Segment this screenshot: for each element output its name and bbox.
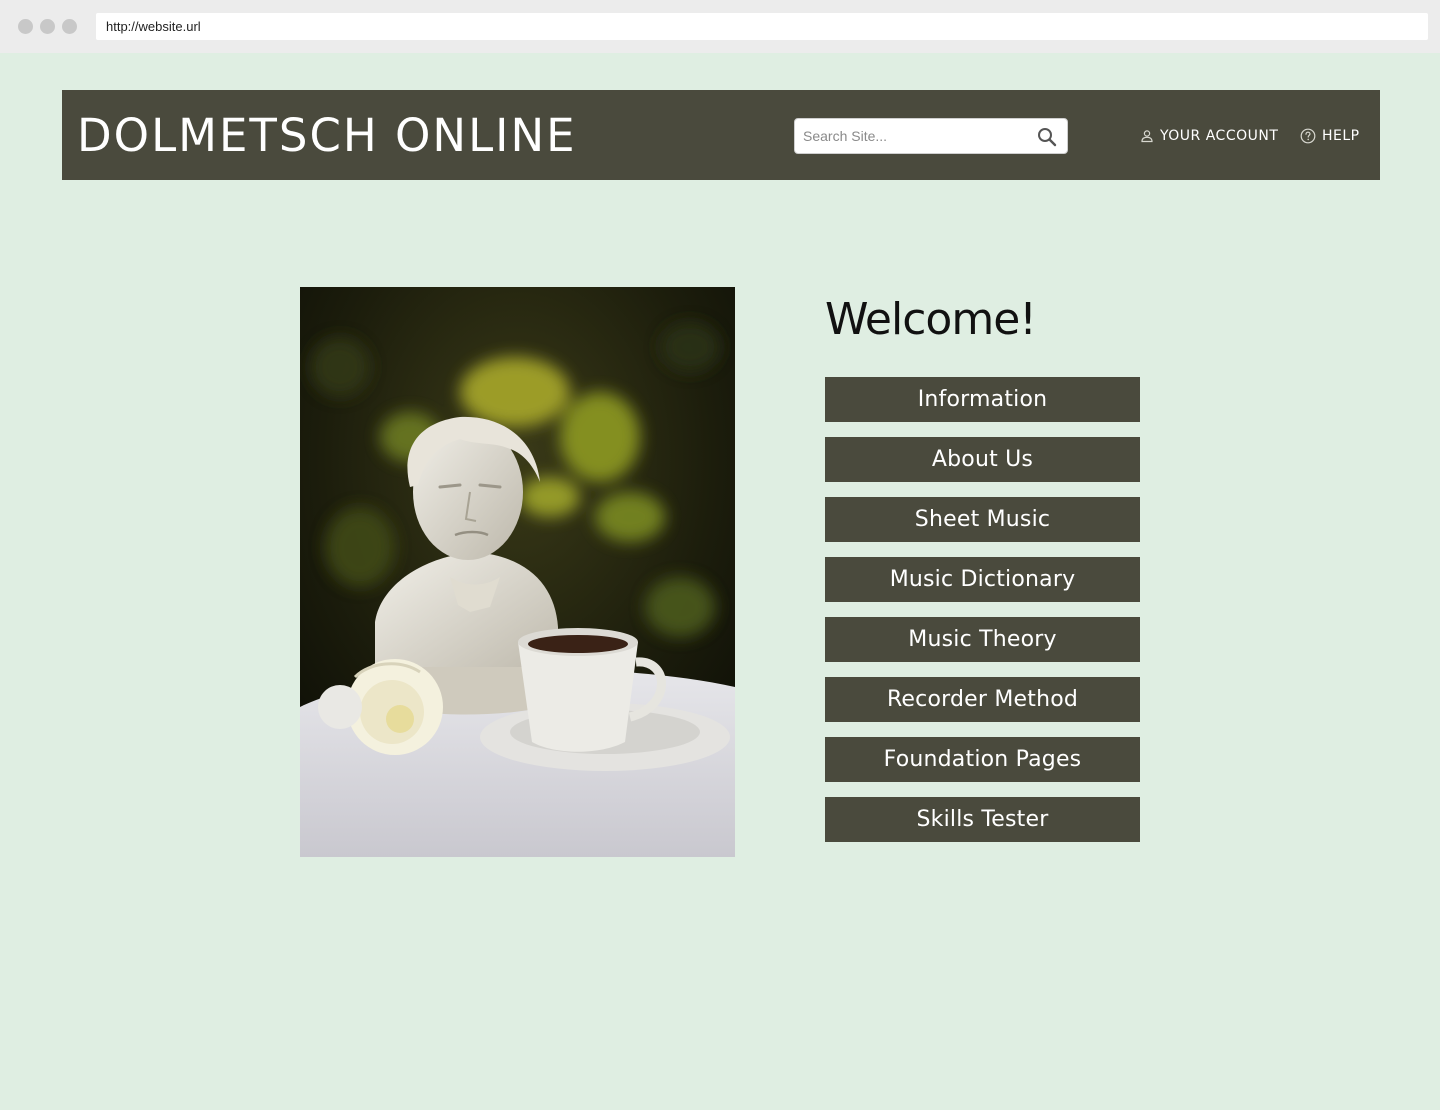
menu-button-music-theory[interactable]: Music Theory [825, 617, 1140, 662]
window-close-dot[interactable] [18, 19, 33, 34]
your-account-link[interactable]: YOUR ACCOUNT [1140, 126, 1278, 146]
menu-button-sheet-music[interactable]: Sheet Music [825, 497, 1140, 542]
window-minimize-dot[interactable] [40, 19, 55, 34]
help-circle-icon [1300, 128, 1316, 144]
site-title[interactable]: DOLMETSCH ONLINE [77, 108, 577, 164]
browser-toolbar: http://website.url [0, 0, 1440, 53]
window-maximize-dot[interactable] [62, 19, 77, 34]
menu-button-information[interactable]: Information [825, 377, 1140, 422]
beethoven-bust-photo [300, 287, 735, 857]
site-header: DOLMETSCH ONLINE YOUR ACCOUNT HELP [62, 90, 1380, 180]
search-input[interactable] [803, 119, 1023, 153]
welcome-heading: Welcome! [825, 294, 1037, 345]
search-icon[interactable] [1037, 127, 1057, 147]
main-menu: Information About Us Sheet Music Music D… [825, 377, 1140, 857]
menu-button-foundation-pages[interactable]: Foundation Pages [825, 737, 1140, 782]
search-box [794, 118, 1068, 154]
menu-button-skills-tester[interactable]: Skills Tester [825, 797, 1140, 842]
your-account-label: YOUR ACCOUNT [1160, 128, 1279, 144]
address-bar[interactable]: http://website.url [96, 13, 1428, 40]
user-icon [1140, 129, 1154, 143]
help-label: HELP [1322, 128, 1360, 144]
menu-button-recorder-method[interactable]: Recorder Method [825, 677, 1140, 722]
menu-button-music-dictionary[interactable]: Music Dictionary [825, 557, 1140, 602]
help-link[interactable]: HELP [1300, 126, 1360, 146]
hero-image [300, 287, 735, 857]
menu-button-about-us[interactable]: About Us [825, 437, 1140, 482]
